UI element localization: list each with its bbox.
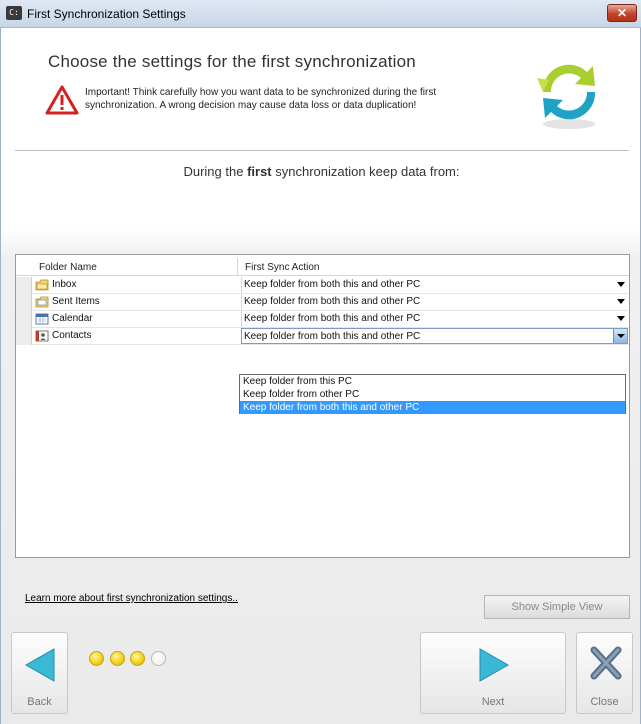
column-header-folder-name[interactable]: Folder Name: [39, 262, 97, 273]
table-row[interactable]: Contacts Keep folder from both this and …: [32, 328, 629, 345]
back-label: Back: [27, 696, 52, 708]
grid-header: Folder Name First Sync Action: [16, 258, 629, 276]
show-simple-view-button[interactable]: Show Simple View: [484, 595, 630, 619]
progress-dot-complete: [89, 651, 104, 666]
folder-name: Calendar: [52, 313, 93, 324]
back-button[interactable]: Back: [11, 632, 68, 714]
contacts-icon: [35, 330, 49, 342]
sync-logo-icon: [537, 64, 596, 129]
column-header-first-sync-action[interactable]: First Sync Action: [245, 262, 319, 273]
table-row[interactable]: Calendar Keep folder from both this and …: [32, 311, 629, 328]
title-bar: C: First Synchronization Settings ✕: [0, 0, 641, 28]
close-button[interactable]: Close: [576, 632, 633, 714]
first-sync-action-select[interactable]: Keep folder from both this and other PC: [241, 311, 628, 327]
folder-name: Contacts: [52, 330, 92, 341]
warning-text: Important! Think carefully how you want …: [85, 87, 437, 111]
dropdown-arrow-icon[interactable]: [617, 282, 625, 287]
progress-dot-complete: [130, 651, 145, 666]
dropdown-arrow-icon[interactable]: [617, 299, 625, 304]
next-arrow-icon: [479, 648, 510, 682]
page-title: Choose the settings for the first synchr…: [48, 52, 416, 71]
app-icon: C:: [6, 6, 22, 20]
dropdown-button-icon[interactable]: [613, 329, 627, 343]
inbox-folder-icon: [35, 279, 49, 291]
first-sync-action-select[interactable]: Keep folder from both this and other PC: [241, 277, 628, 293]
row-gutter: [16, 277, 32, 345]
header-divider: [15, 150, 629, 151]
calendar-icon: [35, 313, 49, 325]
progress-dot-pending: [151, 651, 166, 666]
dropdown-option[interactable]: Keep folder from other PC: [240, 388, 625, 401]
window-close-button[interactable]: ✕: [607, 4, 637, 22]
progress-dot-complete: [110, 651, 125, 666]
folder-name: Inbox: [52, 279, 77, 290]
window-title: First Synchronization Settings: [27, 7, 186, 21]
warning-icon: [45, 85, 79, 115]
learn-more-link[interactable]: Learn more about first synchronization s…: [25, 593, 238, 604]
close-x-icon: [590, 646, 622, 680]
back-arrow-icon: [24, 648, 55, 682]
first-sync-action-select[interactable]: Keep folder from both this and other PC: [241, 294, 628, 310]
next-button[interactable]: Next: [420, 632, 566, 714]
dialog-content: Choose the settings for the first synchr…: [0, 28, 641, 724]
first-sync-action-select[interactable]: Keep folder from both this and other PC: [241, 328, 628, 344]
instruction-text: During the first synchronization keep da…: [183, 164, 460, 179]
dropdown-option[interactable]: Keep folder from this PC: [240, 375, 625, 388]
dropdown-arrow-icon[interactable]: [617, 316, 625, 321]
close-label: Close: [590, 696, 619, 708]
folder-name: Sent Items: [52, 296, 100, 307]
dropdown-option-selected[interactable]: Keep folder from both this and other PC: [240, 401, 625, 414]
next-label: Next: [481, 696, 505, 708]
table-row[interactable]: Sent Items Keep folder from both this an…: [32, 294, 629, 311]
first-sync-action-dropdown-list: Keep folder from this PC Keep folder fro…: [239, 374, 626, 414]
table-row[interactable]: Inbox Keep folder from both this and oth…: [32, 277, 629, 294]
sent-items-folder-icon: [35, 296, 49, 308]
